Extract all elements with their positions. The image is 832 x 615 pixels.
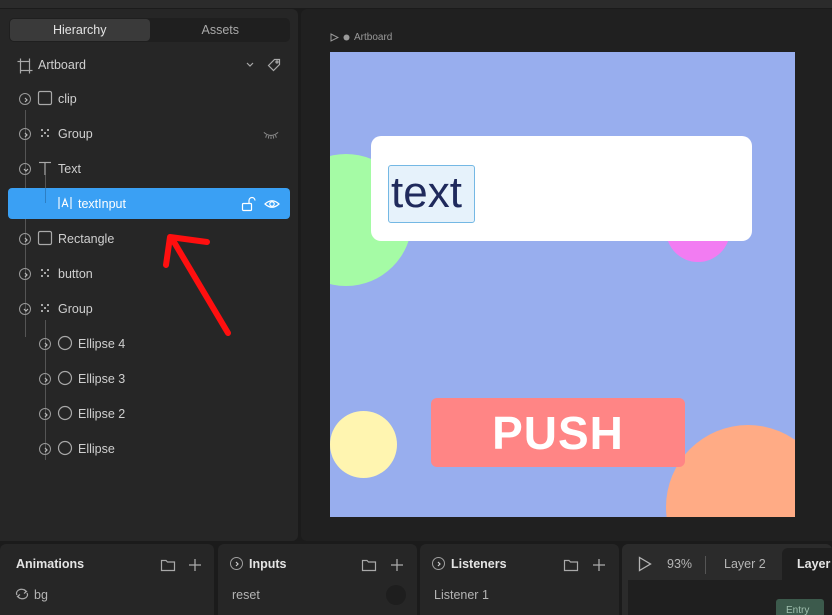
hierarchy-panel: Hierarchy Assets Artboard clip Group Tex… <box>0 9 298 541</box>
unlock-icon[interactable] <box>240 196 256 212</box>
folder-icon[interactable] <box>361 557 377 573</box>
layer-row-selected[interactable]: textInput <box>0 187 298 222</box>
add-icon[interactable] <box>187 557 203 573</box>
inputs-title: Inputs <box>249 557 287 571</box>
dot-icon <box>343 34 350 41</box>
listener-item[interactable]: Listener 1 <box>434 588 489 602</box>
divider <box>705 556 706 574</box>
tab-layer-2[interactable]: Layer 2 <box>724 557 766 571</box>
text-input-field[interactable]: text <box>388 165 475 223</box>
layer-label: Rectangle <box>58 232 115 246</box>
expand-icon[interactable] <box>39 373 51 385</box>
expand-icon[interactable] <box>39 408 51 420</box>
panel-tab-switcher: Hierarchy Assets <box>9 18 290 42</box>
trigger-toggle[interactable] <box>386 585 406 605</box>
layer-label: textInput <box>78 197 126 211</box>
design-canvas[interactable]: Artboard text PUSH <box>301 9 832 541</box>
tab-assets[interactable]: Assets <box>151 18 291 42</box>
add-icon[interactable] <box>389 557 405 573</box>
folder-icon[interactable] <box>160 557 176 573</box>
expand-icon[interactable] <box>19 233 31 245</box>
text-card[interactable]: text <box>371 136 752 241</box>
artboard-caption-label: Artboard <box>354 32 393 43</box>
red-arrow-annotation <box>163 234 231 336</box>
tree-line <box>45 188 46 203</box>
layer-row[interactable]: clip <box>0 82 298 117</box>
layer-row[interactable]: button <box>0 257 298 292</box>
collapse-icon[interactable] <box>19 163 31 175</box>
layer-row[interactable]: Text <box>0 152 298 187</box>
expand-icon[interactable] <box>19 128 31 140</box>
tab-hierarchy[interactable]: Hierarchy <box>10 19 150 41</box>
top-toolbar <box>0 0 832 8</box>
ellipse-icon <box>57 370 73 386</box>
tag-icon[interactable] <box>266 57 282 73</box>
group-icon <box>41 269 49 277</box>
inputs-panel: Inputs reset <box>218 544 417 615</box>
layer-label: clip <box>58 92 77 106</box>
layer-label: Ellipse 2 <box>78 407 126 421</box>
artboard-icon <box>17 58 33 74</box>
animation-item-bg[interactable]: bg <box>34 588 48 602</box>
ellipse-icon <box>57 440 73 456</box>
loop-icon <box>15 588 29 600</box>
eye-icon[interactable] <box>264 196 280 212</box>
artboard-row[interactable]: Artboard <box>0 51 298 79</box>
layer-row[interactable]: Group <box>0 292 298 327</box>
yellow-circle[interactable] <box>330 411 397 478</box>
artboard-caption[interactable]: Artboard <box>330 32 392 43</box>
rectangle-icon <box>37 230 53 246</box>
expand-icon[interactable] <box>230 557 243 570</box>
timeline-panel: 93% Layer 2 Layer Entry <box>622 544 832 615</box>
listeners-panel: Listeners Listener 1 <box>420 544 619 615</box>
rectangle-icon <box>37 90 53 106</box>
layer-label: Group <box>58 127 93 141</box>
text-icon <box>39 161 51 175</box>
expand-icon[interactable] <box>39 443 51 455</box>
layer-label: Ellipse <box>78 442 115 456</box>
orange-circle[interactable] <box>666 425 795 517</box>
layer-row[interactable]: Ellipse 2 <box>0 397 298 432</box>
layer-label: Ellipse 4 <box>78 337 126 351</box>
layer-label: Ellipse 3 <box>78 372 126 386</box>
chevron-down-icon[interactable] <box>244 58 256 70</box>
ellipse-icon <box>57 335 73 351</box>
layer-label: Text <box>58 162 81 176</box>
eye-closed-icon[interactable] <box>263 127 279 143</box>
expand-icon[interactable] <box>432 557 445 570</box>
artboard[interactable]: text PUSH <box>330 52 795 517</box>
animations-title: Animations <box>16 557 85 571</box>
input-item-reset[interactable]: reset <box>232 588 260 602</box>
expand-icon[interactable] <box>39 338 51 350</box>
text-input-icon <box>58 197 72 209</box>
group-icon <box>41 304 49 312</box>
state-machine-graph[interactable]: Entry <box>628 580 832 615</box>
layer-row[interactable]: Ellipse <box>0 432 298 467</box>
animations-panel: Animations bg <box>0 544 214 615</box>
tab-layer-label: Layer <box>797 557 831 571</box>
layer-label: button <box>58 267 93 281</box>
collapse-icon[interactable] <box>19 303 31 315</box>
tab-layer-active[interactable]: Layer <box>782 548 832 580</box>
layer-row[interactable]: Ellipse 3 <box>0 362 298 397</box>
listeners-title: Listeners <box>451 557 507 571</box>
layer-row[interactable]: Group <box>0 117 298 152</box>
ellipse-icon <box>57 405 73 421</box>
layer-row[interactable]: Ellipse 4 <box>0 327 298 362</box>
play-outline-icon[interactable] <box>330 33 339 42</box>
group-icon <box>41 129 49 137</box>
expand-icon[interactable] <box>19 93 31 105</box>
layer-row[interactable]: Rectangle <box>0 222 298 257</box>
layer-tree: clip Group Text textInput Rectangle butt… <box>0 82 298 467</box>
artboard-label: Artboard <box>38 58 86 72</box>
entry-state-node[interactable]: Entry <box>776 599 824 615</box>
play-icon[interactable] <box>638 556 652 572</box>
folder-icon[interactable] <box>563 557 579 573</box>
zoom-level[interactable]: 93% <box>667 557 692 571</box>
add-icon[interactable] <box>591 557 607 573</box>
push-button[interactable]: PUSH <box>431 398 685 467</box>
layer-label: Group <box>58 302 93 316</box>
expand-icon[interactable] <box>19 268 31 280</box>
entry-state-label: Entry <box>786 605 810 615</box>
